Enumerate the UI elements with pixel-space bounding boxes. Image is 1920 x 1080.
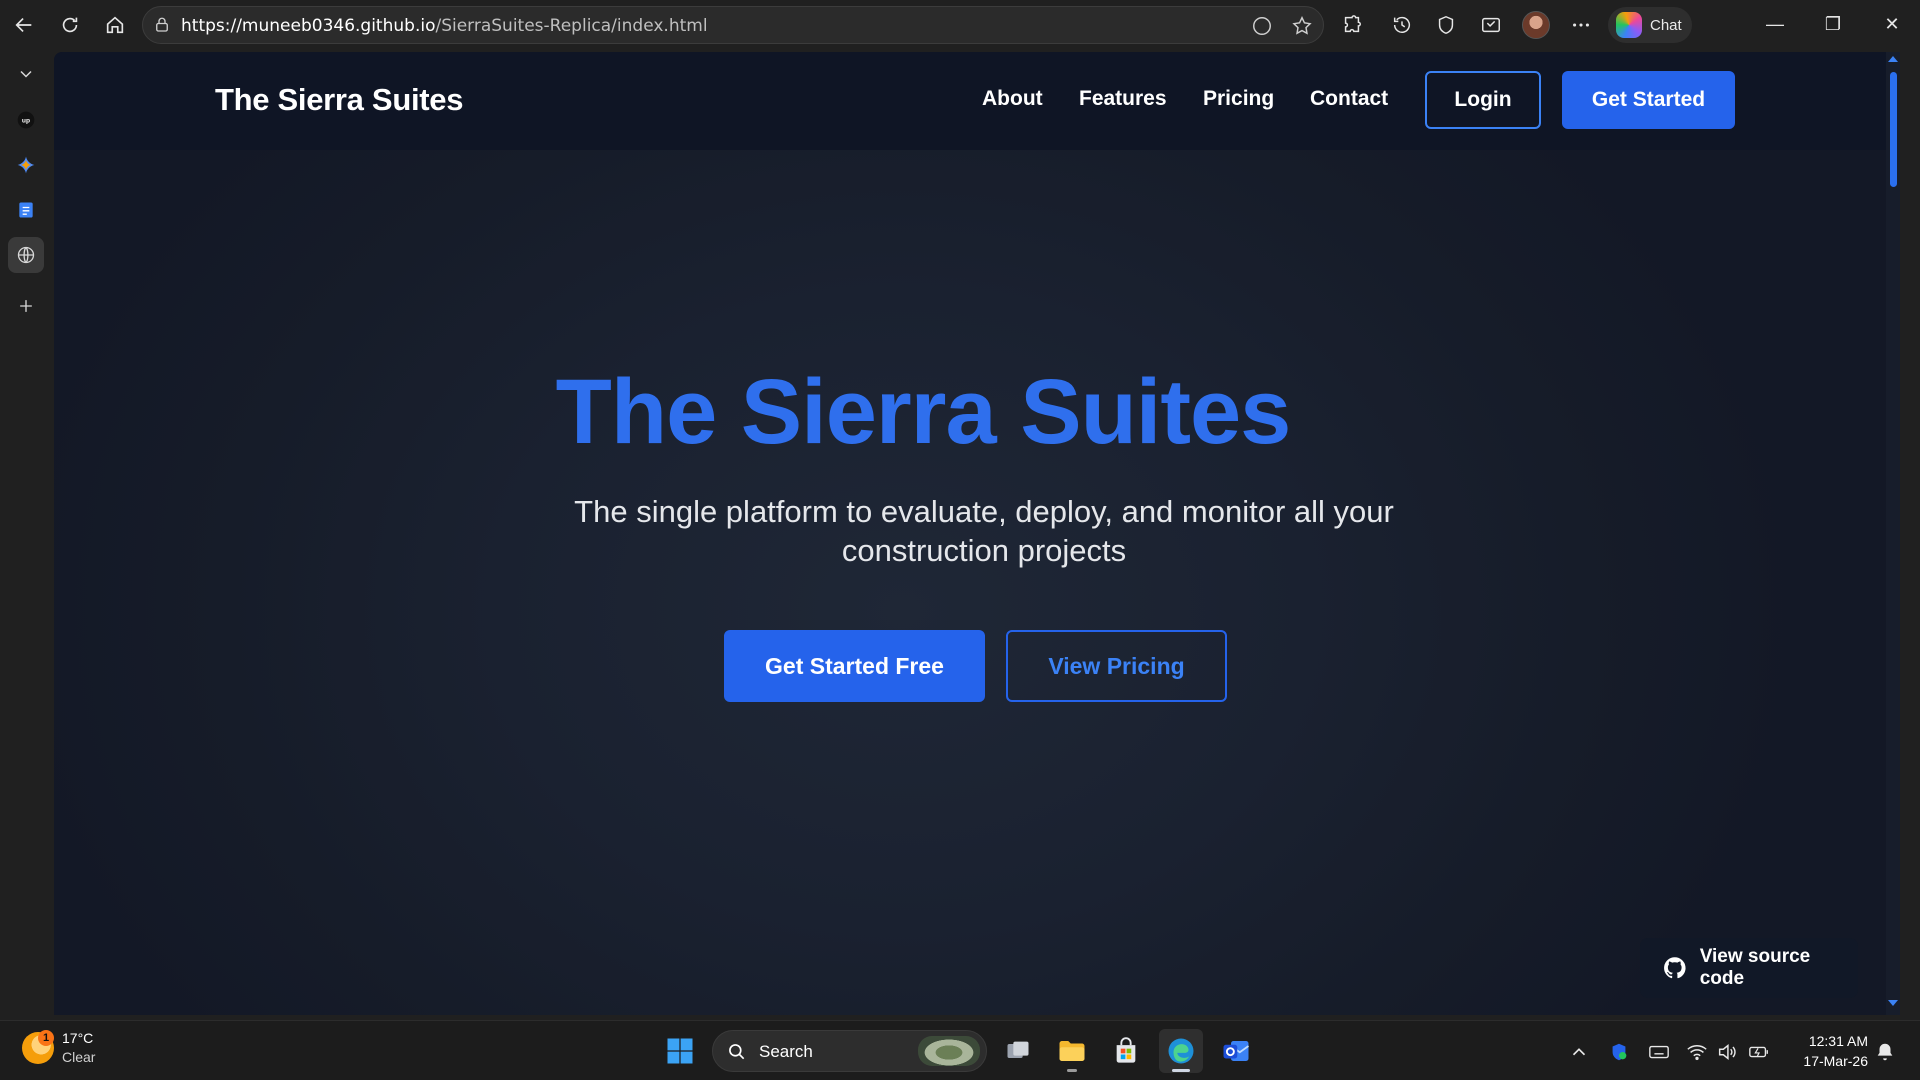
globe-tab-icon[interactable]	[8, 237, 44, 273]
task-view-icon[interactable]	[996, 1029, 1040, 1073]
svg-text:up: up	[22, 118, 30, 125]
weather-condition: Clear	[62, 1049, 96, 1065]
address-bar[interactable]: https://muneeb0346.github.io/SierraSuite…	[142, 6, 1324, 44]
login-button[interactable]: Login	[1425, 71, 1541, 129]
refresh-icon[interactable]	[52, 7, 88, 43]
back-icon[interactable]	[6, 7, 42, 43]
docs-tab-icon[interactable]	[8, 192, 44, 228]
edge-browser-icon[interactable]	[1159, 1029, 1203, 1073]
gemini-sparkle-icon[interactable]	[8, 147, 44, 183]
site-navbar: The Sierra Suites About Features Pricing…	[54, 52, 1900, 150]
favorite-star-icon[interactable]	[1291, 15, 1313, 37]
battery-charging-icon[interactable]	[1748, 1041, 1770, 1063]
nav-link-contact[interactable]: Contact	[1310, 87, 1388, 111]
home-icon[interactable]	[97, 7, 133, 43]
new-tab-plus-icon[interactable]	[8, 288, 44, 324]
close-icon[interactable]: ✕	[1864, 0, 1920, 48]
taskbar-search-box[interactable]: Search	[712, 1030, 987, 1072]
security-shield-icon[interactable]	[1608, 1041, 1630, 1063]
file-explorer-icon[interactable]	[1050, 1029, 1094, 1073]
url-text[interactable]: https://muneeb0346.github.io/SierraSuite…	[181, 16, 708, 36]
minimize-icon[interactable]: —	[1747, 0, 1803, 48]
weather-widget[interactable]: 1 17°C Clear	[22, 1029, 95, 1067]
keyboard-icon[interactable]	[1648, 1041, 1670, 1063]
reading-mode-icon[interactable]	[1251, 15, 1273, 37]
clock-time: 12:31 AM	[1808, 1033, 1868, 1049]
scrollbar-thumb[interactable]	[1890, 72, 1897, 187]
weather-notification-badge: 1	[38, 1030, 54, 1046]
view-source-code-button[interactable]: View source code	[1640, 938, 1858, 998]
taskbar-search-label: Search	[759, 1042, 813, 1061]
scroll-down-arrow-icon[interactable]	[1888, 1000, 1898, 1006]
nav-get-started-button[interactable]: Get Started	[1562, 71, 1735, 129]
page-scrollbar[interactable]	[1886, 52, 1900, 1015]
hero-subtitle-line-2: construction projects	[841, 533, 1127, 568]
view-pricing-button[interactable]: View Pricing	[1006, 630, 1227, 702]
hero-subtitle-line-1: The single platform to evaluate, deploy,…	[574, 494, 1394, 529]
chevron-up-icon[interactable]	[1568, 1041, 1590, 1063]
vertical-tabs-sidebar: up	[0, 50, 52, 1020]
active-app-indicator	[1172, 1069, 1190, 1072]
weather-moon-icon: 1	[22, 1030, 54, 1064]
nav-link-features[interactable]: Features	[1079, 87, 1167, 111]
wifi-icon[interactable]	[1686, 1041, 1708, 1063]
microsoft-store-icon[interactable]	[1104, 1029, 1148, 1073]
view-source-code-label: View source code	[1699, 946, 1811, 989]
github-icon	[1664, 957, 1686, 979]
copilot-icon	[1616, 12, 1642, 38]
profile-avatar[interactable]	[1522, 11, 1550, 39]
more-options-icon[interactable]	[1563, 7, 1599, 43]
lock-icon[interactable]	[153, 16, 171, 34]
upwork-tab-icon[interactable]: up	[8, 102, 44, 138]
history-icon[interactable]	[1384, 7, 1420, 43]
browser-essentials-shield-icon[interactable]	[1428, 7, 1464, 43]
weather-temperature: 17°C	[62, 1030, 94, 1046]
copilot-chat-button[interactable]: Chat	[1608, 7, 1692, 43]
nav-link-pricing[interactable]: Pricing	[1203, 87, 1274, 111]
scroll-up-arrow-icon[interactable]	[1888, 56, 1898, 62]
restore-icon[interactable]: ❐	[1805, 0, 1861, 48]
extensions-icon[interactable]	[1334, 7, 1370, 43]
hero-title: The Sierra Suites	[555, 361, 1292, 463]
nav-link-about[interactable]: About	[982, 87, 1043, 111]
chevron-down-icon[interactable]	[8, 56, 44, 92]
search-icon	[729, 1044, 745, 1060]
page-viewport: The Sierra Suites About Features Pricing…	[54, 52, 1900, 1015]
volume-icon[interactable]	[1716, 1041, 1738, 1063]
browser-toolbar: https://muneeb0346.github.io/SierraSuite…	[0, 0, 1920, 50]
notification-bell-icon[interactable]	[1874, 1041, 1896, 1063]
screenshot-icon[interactable]	[1473, 7, 1509, 43]
system-clock[interactable]: 12:31 AM 17-Mar-26	[1788, 1031, 1868, 1071]
chat-label: Chat	[1650, 16, 1682, 34]
start-windows-icon[interactable]	[658, 1029, 702, 1073]
windows-taskbar: 1 17°C Clear Search 12:31 AM 17-Mar-26	[0, 1020, 1920, 1080]
outlook-mail-icon[interactable]	[1214, 1029, 1258, 1073]
site-brand-logo[interactable]: The Sierra Suites	[215, 82, 463, 118]
search-highlight-image	[918, 1036, 980, 1066]
clock-date: 17-Mar-26	[1803, 1053, 1868, 1069]
hero-subtitle: The single platform to evaluate, deploy,…	[534, 492, 1434, 570]
get-started-free-button[interactable]: Get Started Free	[724, 630, 985, 702]
running-indicator	[1067, 1069, 1077, 1072]
